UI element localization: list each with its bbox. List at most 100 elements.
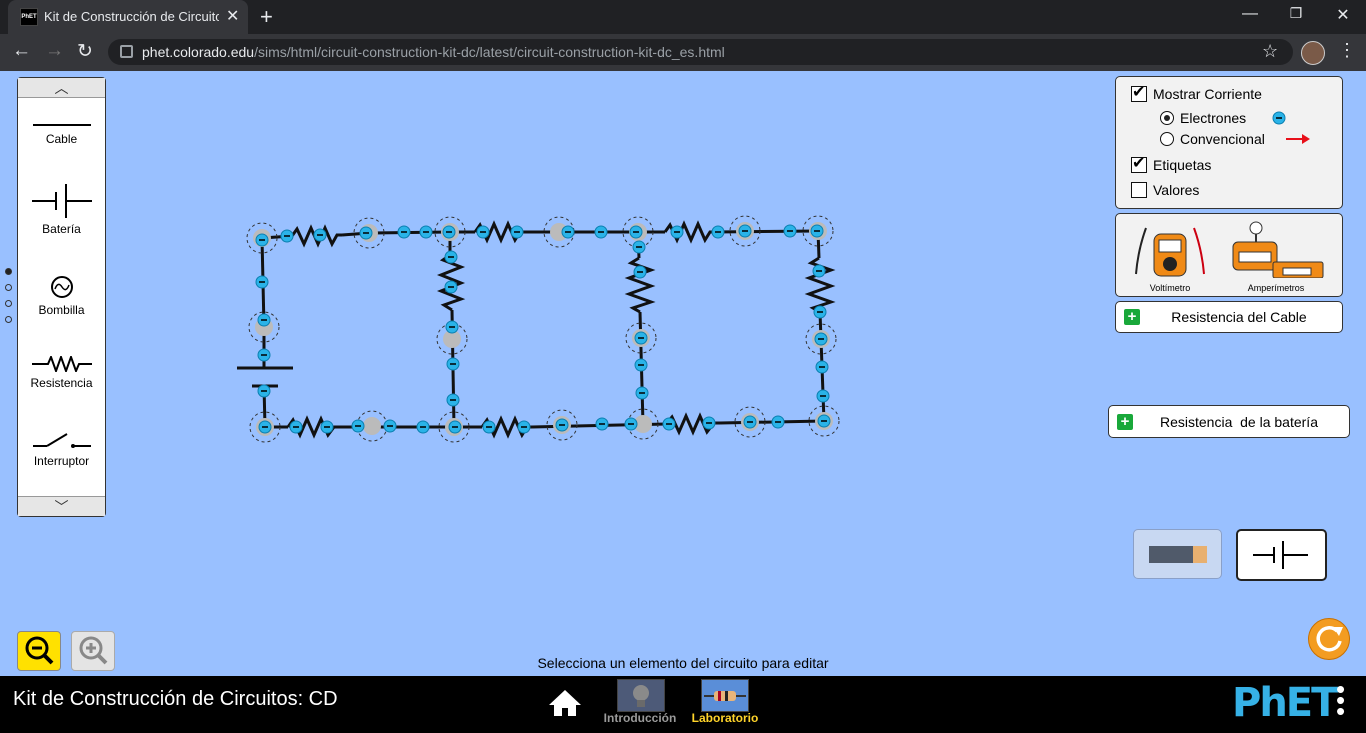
show-current-label: Mostrar Corriente [1153,86,1262,102]
electron [313,228,327,242]
battery-resistance-button[interactable]: + Resistencia de la batería [1108,405,1350,438]
voltmeter-icon [1135,227,1205,277]
checkbox-unchecked-icon[interactable] [1131,182,1147,198]
electron [482,420,496,434]
electron [815,360,829,374]
plus-icon[interactable]: + [1124,309,1140,325]
electron [634,331,648,345]
electron [662,417,676,431]
realistic-battery-icon [1149,546,1207,563]
screen-lab-label[interactable]: Laboratorio [685,711,765,725]
screen-intro-label[interactable]: Introducción [600,711,680,725]
ammeters-label: Amperímetros [1247,283,1305,293]
electrons-label: Electrones [1180,110,1247,126]
electron [289,420,303,434]
labels-label: Etiquetas [1153,157,1212,173]
wire-resistivity-button[interactable]: + Resistencia del Cable [1115,301,1343,333]
checkbox-checked-icon[interactable] [1131,153,1147,173]
electron [351,419,365,433]
screen-lab-thumbnail[interactable] [701,679,749,712]
electron [359,226,373,240]
electron [445,320,459,334]
values-checkbox[interactable]: Valores [1131,182,1199,198]
electron [257,384,271,398]
electron [702,416,716,430]
electron [257,313,271,327]
electron [812,264,826,278]
circuit-wires[interactable] [260,229,826,429]
status-message: Selecciona un elemento del circuito para… [537,655,829,671]
show-current-checkbox[interactable]: Mostrar Corriente [1131,82,1262,102]
lightbulb-icon [633,685,649,707]
conventional-arrow-icon [1286,134,1310,144]
electron [670,225,684,239]
electron [817,414,831,428]
electron [635,386,649,400]
ammeter-icon [1232,221,1324,279]
circuit-junctions[interactable] [246,215,840,443]
conventional-radio[interactable]: Convencional [1160,131,1310,147]
electron [629,225,643,239]
electron [771,415,785,429]
screen-intro-thumbnail[interactable] [617,679,665,712]
checkbox-checked-icon[interactable] [1131,82,1147,102]
electron [446,357,460,371]
electron [258,420,272,434]
meters-toolbox: Voltímetro Amperímetros [1115,213,1343,297]
electron [743,415,757,429]
electron [634,358,648,372]
reset-icon [1316,626,1343,652]
electron [624,417,638,431]
reset-all-button[interactable] [1308,618,1350,660]
lifelike-view-button[interactable] [1133,529,1222,579]
electron [444,250,458,264]
wire-resistivity-label: Resistencia del Cable [1171,309,1307,325]
electron [383,419,397,433]
electron [442,225,456,239]
display-options-panel: Mostrar Corriente Electrones Convenciona… [1115,76,1343,209]
electron [517,420,531,434]
electron-particles [255,224,831,434]
phet-logo[interactable]: PhET [1232,680,1338,726]
electron [255,275,269,289]
labels-checkbox[interactable]: Etiquetas [1131,153,1212,173]
battery[interactable] [237,366,293,388]
schematic-view-button[interactable] [1236,529,1327,581]
electron [594,225,608,239]
electron [816,389,830,403]
electron [255,233,269,247]
electron [555,418,569,432]
ammeter-tool[interactable]: Amperímetros [1221,220,1331,293]
electron [738,224,752,238]
sim-title: Kit de Construcción de Circuitos: CD [13,688,338,710]
plus-icon[interactable]: + [1117,414,1133,430]
electron [448,420,462,434]
electron [783,224,797,238]
values-label: Valores [1153,182,1200,198]
electron [595,417,609,431]
radio-selected-icon[interactable] [1160,111,1174,125]
electron [280,229,294,243]
electron [446,393,460,407]
electron [444,280,458,294]
radio-unselected-icon[interactable] [1160,132,1174,146]
electron [416,420,430,434]
phet-menu-icon[interactable]: • • • [1336,676,1345,724]
electron-icon [1272,111,1286,125]
voltmeter-tool[interactable]: Voltímetro [1132,220,1208,293]
conventional-label: Convencional [1180,131,1265,147]
electron [476,225,490,239]
electron [810,224,824,238]
electron [510,225,524,239]
electron [632,240,646,254]
electrons-radio[interactable]: Electrones [1160,110,1286,126]
home-icon [549,690,581,716]
home-button[interactable] [548,688,582,723]
resistors[interactable] [286,220,836,439]
electron [397,225,411,239]
electron [320,420,334,434]
resistor-thumbnail-icon [704,691,746,701]
electron [419,225,433,239]
schematic-battery-icon [1253,541,1308,569]
electron [561,225,575,239]
